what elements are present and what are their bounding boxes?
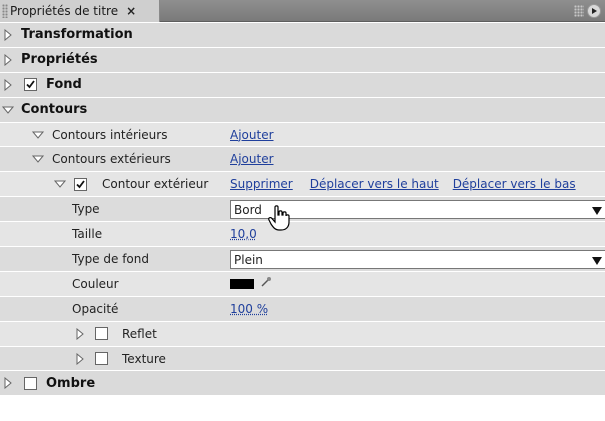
size-value[interactable]: 10,0 bbox=[230, 227, 257, 241]
expand-arrow-icon[interactable] bbox=[2, 377, 14, 390]
add-inner-stroke-link[interactable]: Ajouter bbox=[230, 128, 274, 142]
property-label: Taille bbox=[72, 227, 103, 242]
property-label: Type de fond bbox=[72, 251, 149, 266]
dropdown-arrow-icon[interactable] bbox=[592, 255, 602, 269]
row-texture: Texture bbox=[0, 346, 605, 372]
property-label: Contour extérieur bbox=[102, 177, 209, 192]
row-contours-exterieurs: Contours extérieurs Ajouter bbox=[0, 147, 605, 173]
section-proprietes[interactable]: Propriétés bbox=[0, 47, 605, 73]
property-label: Type bbox=[72, 202, 100, 217]
row-type-de-fond: Type de fond Plein bbox=[0, 247, 605, 272]
row-contour-exterieur: Contour extérieur Supprimer Déplacer ver… bbox=[0, 172, 605, 198]
dropdown-arrow-icon[interactable] bbox=[592, 205, 602, 219]
expand-arrow-icon[interactable] bbox=[2, 53, 14, 66]
fill-type-dropdown[interactable]: Plein bbox=[230, 250, 605, 270]
ombre-checkbox[interactable] bbox=[24, 376, 37, 390]
expand-arrow-icon[interactable] bbox=[74, 327, 86, 340]
row-contours-interieurs: Contours intérieurs Ajouter bbox=[0, 122, 605, 148]
section-transformation[interactable]: Transformation bbox=[0, 23, 605, 48]
drag-grip-icon[interactable] bbox=[2, 4, 8, 18]
section-label: Fond bbox=[46, 77, 82, 93]
opacity-value[interactable]: 100 % bbox=[230, 302, 268, 316]
row-type: Type Bord bbox=[0, 197, 605, 223]
property-label: Contours intérieurs bbox=[52, 127, 168, 142]
collapse-arrow-icon[interactable] bbox=[54, 178, 66, 190]
reflet-checkbox[interactable] bbox=[95, 327, 108, 341]
panel-menu-button[interactable] bbox=[571, 3, 601, 19]
panel-menu-icon[interactable] bbox=[587, 4, 601, 18]
add-outer-stroke-link[interactable]: Ajouter bbox=[230, 152, 274, 166]
expand-arrow-icon[interactable] bbox=[2, 28, 14, 41]
section-contours[interactable]: Contours bbox=[0, 97, 605, 123]
texture-checkbox[interactable] bbox=[95, 352, 108, 366]
section-label: Contours bbox=[21, 102, 88, 118]
hand-cursor-icon bbox=[268, 205, 292, 234]
row-taille: Taille 10,0 bbox=[0, 222, 605, 248]
panel-tab[interactable]: Propriétés de titre × bbox=[0, 0, 160, 22]
collapse-arrow-icon[interactable] bbox=[2, 104, 14, 116]
section-ombre[interactable]: Ombre bbox=[0, 371, 605, 397]
section-label: Ombre bbox=[46, 375, 96, 391]
row-opacite: Opacité 100 % bbox=[0, 296, 605, 322]
section-fond[interactable]: Fond bbox=[0, 72, 605, 98]
row-reflet: Reflet bbox=[0, 321, 605, 347]
move-up-link[interactable]: Déplacer vers le haut bbox=[310, 177, 439, 191]
section-label: Propriétés bbox=[21, 52, 98, 68]
panel-title: Propriétés de titre bbox=[10, 4, 119, 18]
collapse-arrow-icon[interactable] bbox=[32, 153, 44, 165]
fill-type-value: Plein bbox=[234, 252, 263, 267]
properties-list: Transformation Propriétés Fond Contours … bbox=[0, 23, 605, 397]
delete-stroke-link[interactable]: Supprimer bbox=[230, 177, 293, 191]
panel-title-bar: Propriétés de titre × bbox=[0, 0, 605, 22]
collapse-arrow-icon[interactable] bbox=[32, 129, 44, 141]
expand-arrow-icon[interactable] bbox=[2, 78, 14, 91]
section-label: Transformation bbox=[21, 27, 133, 43]
property-label: Contours extérieurs bbox=[52, 152, 171, 167]
eyedropper-icon[interactable] bbox=[260, 276, 272, 291]
menu-grip-icon bbox=[574, 5, 584, 17]
type-value: Bord bbox=[234, 202, 262, 217]
close-tab-button[interactable]: × bbox=[126, 4, 136, 18]
property-label: Opacité bbox=[72, 301, 119, 316]
property-label: Couleur bbox=[72, 276, 119, 291]
outer-stroke-checkbox[interactable] bbox=[74, 177, 87, 191]
row-couleur: Couleur bbox=[0, 271, 605, 297]
property-label: Texture bbox=[122, 351, 166, 366]
expand-arrow-icon[interactable] bbox=[74, 352, 86, 365]
color-swatch[interactable] bbox=[230, 278, 254, 289]
property-label: Reflet bbox=[122, 326, 157, 341]
move-down-link[interactable]: Déplacer vers le bas bbox=[453, 177, 576, 191]
fond-checkbox[interactable] bbox=[24, 78, 37, 92]
